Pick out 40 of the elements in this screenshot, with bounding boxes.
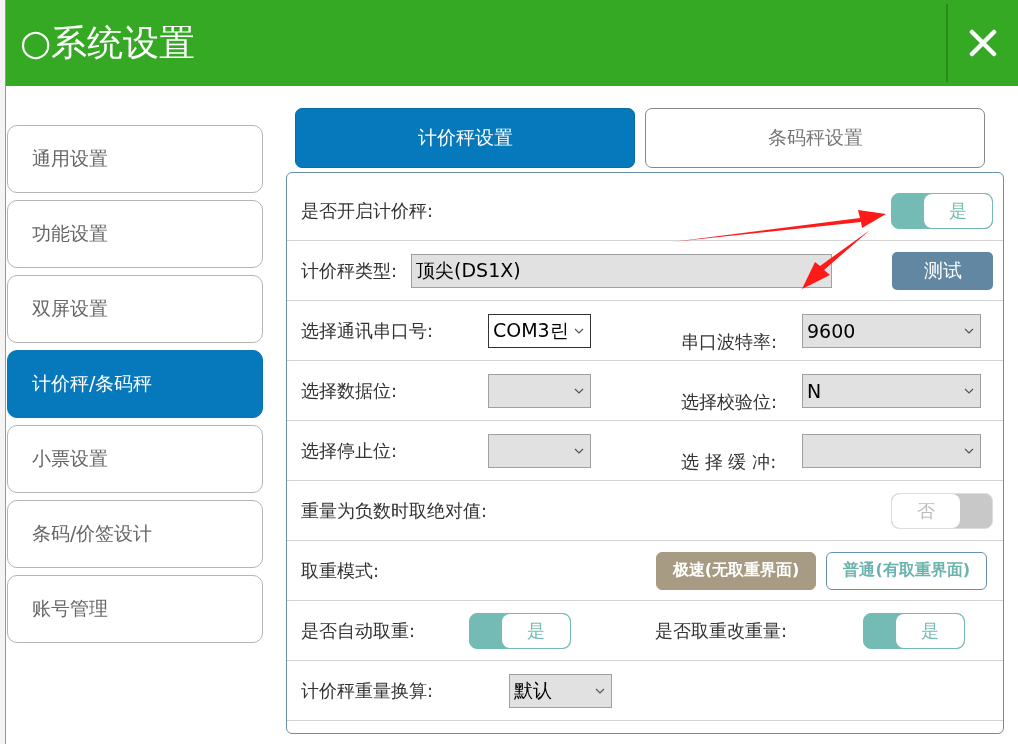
caret-icon	[595, 687, 605, 694]
dropdown[interactable]	[488, 373, 591, 408]
close-icon	[969, 29, 997, 57]
field-label: 选择停止位:	[301, 438, 399, 463]
dropdown[interactable]	[802, 433, 981, 468]
sidebar-item[interactable]: 通用设置	[7, 125, 263, 193]
sidebar-item[interactable]: 账号管理	[7, 575, 263, 643]
caret-icon	[574, 327, 584, 334]
caret-icon	[964, 387, 974, 394]
dropdown[interactable]: N	[802, 373, 981, 408]
caret-icon	[964, 327, 974, 334]
field-label: 重量为负数时取绝对值:	[301, 498, 488, 523]
dropdown[interactable]: 9600	[802, 313, 981, 348]
field-label: 计价秤重量换算:	[301, 678, 435, 703]
field-label: 选择校验位:	[681, 390, 779, 414]
field-label: 选 择 缓 冲:	[681, 450, 778, 474]
sidebar-item[interactable]: 功能设置	[7, 200, 263, 268]
field-label: 是否自动取重:	[301, 618, 417, 643]
dropdown[interactable]	[488, 433, 591, 468]
caret-icon	[574, 387, 584, 394]
sidebar-item[interactable]: 条码/价签设计	[7, 500, 263, 568]
sidebar-item[interactable]: 双屏设置	[7, 275, 263, 343]
field-label: 选择通讯串口号:	[301, 318, 435, 343]
dropdown[interactable]: 顶尖(DS1X)	[411, 253, 833, 288]
tab[interactable]: 计价秤设置	[295, 108, 635, 168]
field-label: 计价秤类型:	[301, 258, 398, 283]
field-label: 取重模式:	[301, 558, 380, 583]
dropdown[interactable]: COM3린	[488, 313, 591, 348]
test-button[interactable]: 测试	[892, 251, 993, 290]
window-title: ○系统设置	[19, 20, 197, 65]
field-label: 选择数据位:	[301, 378, 399, 403]
field-label: 是否开启计价秤:	[301, 198, 434, 223]
sidebar-item[interactable]: 小票设置	[7, 425, 263, 493]
field-label: 串口波特率:	[681, 330, 779, 354]
caret-icon	[964, 447, 974, 454]
dropdown[interactable]: 默认	[509, 673, 612, 708]
field-label: 是否取重改重量:	[655, 618, 789, 643]
sidebar-item[interactable]: 计价秤/条码秤	[7, 350, 263, 418]
caret-icon	[574, 447, 584, 454]
tab[interactable]: 条码秤设置	[645, 108, 985, 168]
